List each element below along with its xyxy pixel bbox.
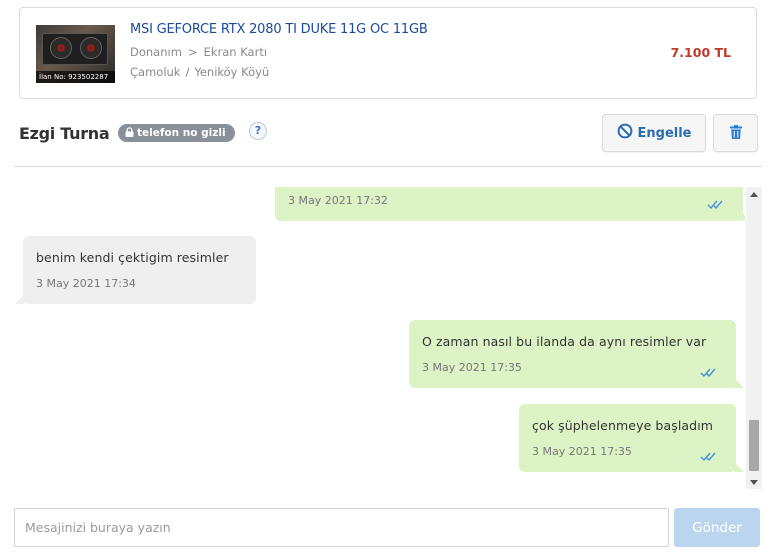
breadcrumb-separator: > [187, 45, 198, 59]
message-text: çok şüphelenmeye başladım [532, 418, 714, 433]
listing-title[interactable]: MSI GEFORCE RTX 2080 TI DUKE 11G OC 11GB [130, 22, 428, 37]
message-bubble-sent: O zaman nasıl bu ilanda da aynı resimler… [409, 320, 744, 388]
ban-icon [617, 123, 633, 143]
message-list[interactable]: 3 May 2021 17:32 benim kendi çektigim re… [14, 187, 745, 489]
delete-conversation-button[interactable] [713, 114, 758, 152]
listing-location: Çamoluk / Yeniköy Köyü [130, 65, 269, 79]
help-icon[interactable]: ? [249, 122, 267, 140]
read-ticks-icon [707, 195, 725, 214]
category-label: Donanım [130, 45, 182, 59]
send-button[interactable]: Gönder [674, 508, 760, 547]
message-text: benim kendi çektigim resimler [36, 250, 229, 265]
message-time: 3 May 2021 17:35 [532, 445, 632, 458]
contact-name: Ezgi Turna [19, 124, 110, 143]
message-time: 3 May 2021 17:34 [36, 277, 136, 290]
message-bubble-sent: çok şüphelenmeye başladım 3 May 2021 17:… [519, 404, 744, 472]
message-text: O zaman nasıl bu ilanda da aynı resimler… [422, 334, 707, 349]
message-time: 3 May 2021 17:35 [422, 361, 522, 374]
city-label: Çamoluk [130, 65, 181, 79]
listing-number-label: İlan No: 923502287 [36, 71, 115, 83]
message-bubble-sent: 3 May 2021 17:32 [275, 187, 745, 221]
message-time: 3 May 2021 17:32 [288, 194, 388, 207]
location-separator: / [185, 65, 190, 79]
listing-thumbnail[interactable]: İlan No: 923502287 [36, 25, 115, 83]
message-bubble-received: benim kendi çektigim resimler 3 May 2021… [15, 236, 256, 304]
message-input[interactable] [14, 508, 669, 547]
gpu-fan-graphic [80, 37, 102, 59]
listing-category-breadcrumb: Donanım > Ekran Kartı [130, 45, 267, 59]
chat-header: Ezgi Turna telefon no gizli ? Engelle [0, 108, 770, 168]
phone-hidden-badge: telefon no gizli [118, 124, 235, 142]
listing-price: 7.100 TL [670, 45, 731, 60]
lock-icon [125, 125, 135, 143]
header-divider [14, 166, 762, 167]
scroll-up-arrow-icon[interactable] [746, 187, 762, 201]
read-ticks-icon [700, 363, 718, 382]
scrollbar-thumb[interactable] [749, 420, 759, 471]
read-ticks-icon [700, 447, 718, 466]
phone-badge-label: telefon no gizli [137, 127, 226, 139]
district-label: Yeniköy Köyü [194, 65, 270, 79]
block-user-button[interactable]: Engelle [602, 114, 706, 152]
scroll-down-arrow-icon[interactable] [746, 475, 762, 489]
subcategory-label: Ekran Kartı [203, 45, 268, 59]
gpu-fan-graphic [50, 37, 72, 59]
listing-card[interactable]: İlan No: 923502287 MSI GEFORCE RTX 2080 … [19, 7, 757, 99]
message-scrollbar[interactable] [746, 187, 762, 489]
trash-icon [729, 124, 742, 142]
block-button-label: Engelle [637, 125, 692, 141]
